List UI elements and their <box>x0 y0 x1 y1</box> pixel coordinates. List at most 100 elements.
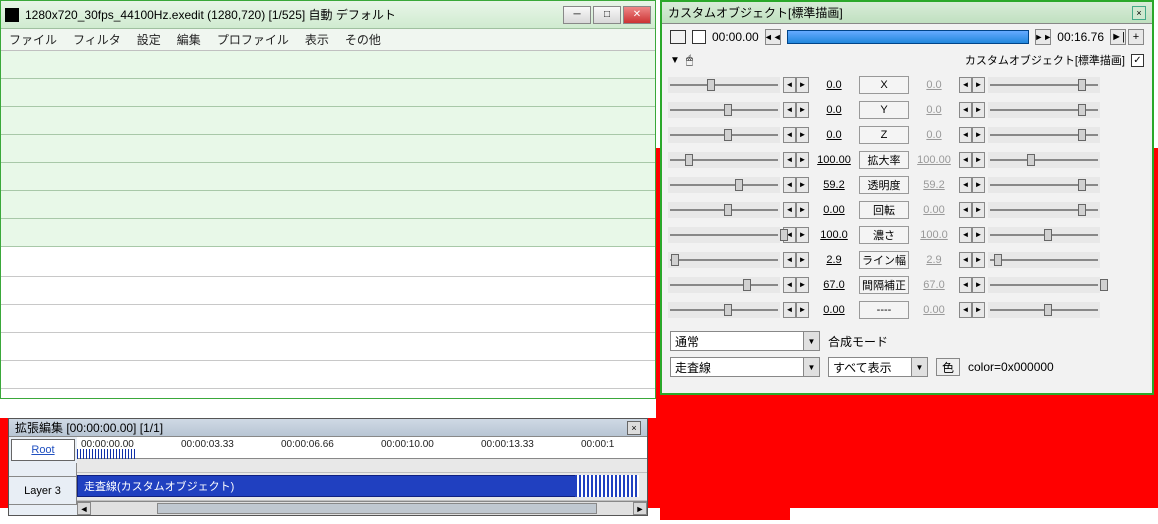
spin-left-button[interactable]: ◄ <box>783 127 796 143</box>
root-button[interactable]: Root <box>11 439 75 461</box>
param-value-right[interactable]: 100.0 <box>912 229 956 241</box>
timeline-titlebar[interactable]: 拡張編集 [00:00:00.00] [1/1] × <box>9 419 647 437</box>
param-slider-right[interactable] <box>988 177 1100 193</box>
param-name-button[interactable]: ライン幅 <box>859 251 909 269</box>
close-button[interactable]: ✕ <box>623 6 651 24</box>
seek-next-button[interactable]: ►► <box>1035 29 1051 45</box>
spin-left-button[interactable]: ◄ <box>783 277 796 293</box>
timeline-lane[interactable]: 走査線(カスタムオブジェクト) <box>77 473 647 501</box>
spin-right-button[interactable]: ► <box>972 202 985 218</box>
camera-icon[interactable] <box>670 30 686 44</box>
param-value-right[interactable]: 0.0 <box>912 79 956 91</box>
layer-label[interactable]: Layer 3 <box>9 477 77 505</box>
param-value-right[interactable]: 67.0 <box>912 279 956 291</box>
param-value-right[interactable]: 2.9 <box>912 254 956 266</box>
spin-right-button[interactable]: ► <box>972 127 985 143</box>
spin-left-button[interactable]: ◄ <box>959 127 972 143</box>
param-slider-right[interactable] <box>988 202 1100 218</box>
param-slider-left[interactable] <box>668 277 780 293</box>
spin-right-button[interactable]: ► <box>796 177 809 193</box>
spin-right-button[interactable]: ► <box>972 102 985 118</box>
spin-right-button[interactable]: ► <box>796 152 809 168</box>
param-value-right[interactable]: 59.2 <box>912 179 956 191</box>
spin-left-button[interactable]: ◄ <box>959 277 972 293</box>
param-value-left[interactable]: 2.9 <box>812 254 856 266</box>
add-button[interactable]: + <box>1128 29 1144 45</box>
param-value-left[interactable]: 0.00 <box>812 204 856 216</box>
spin-right-button[interactable]: ► <box>796 277 809 293</box>
spin-right-button[interactable]: ► <box>796 77 809 93</box>
param-slider-left[interactable] <box>668 152 780 168</box>
spin-right-button[interactable]: ► <box>972 277 985 293</box>
param-value-left[interactable]: 100.0 <box>812 229 856 241</box>
param-slider-left[interactable] <box>668 77 780 93</box>
spin-right-button[interactable]: ► <box>796 127 809 143</box>
param-value-left[interactable]: 100.00 <box>812 154 856 166</box>
param-slider-right[interactable] <box>988 127 1100 143</box>
param-slider-left[interactable] <box>668 102 780 118</box>
scroll-right-button[interactable]: ► <box>633 502 647 515</box>
param-slider-right[interactable] <box>988 277 1100 293</box>
spin-left-button[interactable]: ◄ <box>783 252 796 268</box>
param-name-button[interactable]: ---- <box>859 301 909 319</box>
param-slider-left[interactable] <box>668 127 780 143</box>
menu-view[interactable]: 表示 <box>305 31 329 48</box>
param-value-left[interactable]: 0.0 <box>812 129 856 141</box>
param-value-left[interactable]: 0.0 <box>812 79 856 91</box>
menu-profile[interactable]: プロファイル <box>217 31 289 48</box>
menu-file[interactable]: ファイル <box>9 31 57 48</box>
spin-left-button[interactable]: ◄ <box>959 152 972 168</box>
param-slider-right[interactable] <box>988 102 1100 118</box>
param-value-left[interactable]: 59.2 <box>812 179 856 191</box>
timeline-ruler[interactable]: 00:00:00.00 00:00:03.33 00:00:06.66 00:0… <box>77 437 647 459</box>
param-value-right[interactable]: 0.00 <box>912 204 956 216</box>
spin-right-button[interactable]: ► <box>972 152 985 168</box>
spin-right-button[interactable]: ► <box>796 227 809 243</box>
param-value-right[interactable]: 0.0 <box>912 104 956 116</box>
spin-left-button[interactable]: ◄ <box>783 102 796 118</box>
spin-left-button[interactable]: ◄ <box>959 202 972 218</box>
seek-bar[interactable] <box>787 30 1030 44</box>
scroll-thumb[interactable] <box>157 503 597 514</box>
spin-right-button[interactable]: ► <box>972 252 985 268</box>
param-name-button[interactable]: Y <box>859 101 909 119</box>
param-slider-left[interactable] <box>668 177 780 193</box>
param-value-right[interactable]: 0.0 <box>912 129 956 141</box>
param-slider-right[interactable] <box>988 252 1100 268</box>
maximize-button[interactable]: □ <box>593 6 621 24</box>
seek-prev-button[interactable]: ◄◄ <box>765 29 781 45</box>
param-value-left[interactable]: 67.0 <box>812 279 856 291</box>
scroll-left-button[interactable]: ◄ <box>77 502 91 515</box>
spin-left-button[interactable]: ◄ <box>959 302 972 318</box>
param-name-button[interactable]: 拡大率 <box>859 151 909 169</box>
spin-right-button[interactable]: ► <box>796 302 809 318</box>
spin-left-button[interactable]: ◄ <box>783 177 796 193</box>
spin-right-button[interactable]: ► <box>972 227 985 243</box>
main-titlebar[interactable]: 1280x720_30fps_44100Hz.exedit (1280,720)… <box>1 1 655 29</box>
spin-left-button[interactable]: ◄ <box>783 202 796 218</box>
spin-left-button[interactable]: ◄ <box>959 252 972 268</box>
menu-other[interactable]: その他 <box>345 31 381 48</box>
param-name-button[interactable]: Z <box>859 126 909 144</box>
minimize-button[interactable]: ─ <box>563 6 591 24</box>
param-name-button[interactable]: 濃さ <box>859 226 909 244</box>
timeline-clip[interactable]: 走査線(カスタムオブジェクト) <box>77 475 577 497</box>
timeline-lane-empty[interactable] <box>77 459 647 473</box>
param-slider-right[interactable] <box>988 302 1100 318</box>
param-name-button[interactable]: 透明度 <box>859 176 909 194</box>
spin-left-button[interactable]: ◄ <box>783 152 796 168</box>
param-value-left[interactable]: 0.0 <box>812 104 856 116</box>
spin-right-button[interactable]: ► <box>972 77 985 93</box>
enable-checkbox[interactable]: ✓ <box>1131 54 1144 67</box>
object-select[interactable]: 走査線 ▼ <box>670 357 820 377</box>
menu-filter[interactable]: フィルタ <box>73 31 121 48</box>
spin-left-button[interactable]: ◄ <box>959 177 972 193</box>
spin-left-button[interactable]: ◄ <box>783 302 796 318</box>
param-slider-right[interactable] <box>988 77 1100 93</box>
properties-titlebar[interactable]: カスタムオブジェクト[標準描画] × <box>662 2 1152 24</box>
show-select[interactable]: すべて表示 ▼ <box>828 357 928 377</box>
param-slider-left[interactable] <box>668 202 780 218</box>
properties-close-button[interactable]: × <box>1132 6 1146 20</box>
param-slider-left[interactable] <box>668 252 780 268</box>
menu-settings[interactable]: 設定 <box>137 31 161 48</box>
